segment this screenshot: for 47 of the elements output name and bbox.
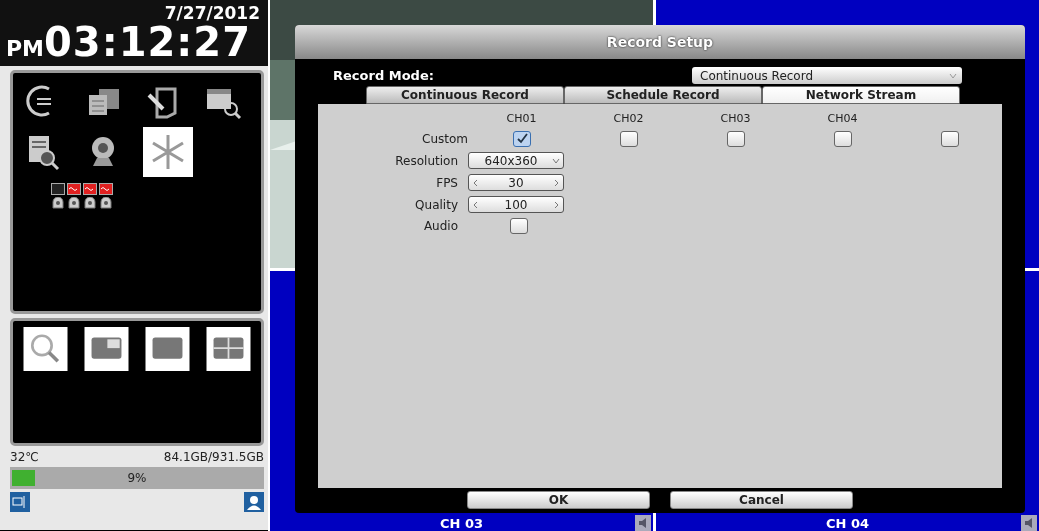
cancel-button[interactable]: Cancel <box>670 491 853 509</box>
column-header: CH04 <box>827 112 858 125</box>
snowflake-button[interactable] <box>143 127 193 177</box>
field-label: Quality <box>415 197 458 212</box>
speaker-icon[interactable] <box>635 515 651 531</box>
clock-date: 7/27/2012 <box>164 4 260 22</box>
dialog-title: Record Setup <box>295 25 1025 59</box>
search-button[interactable] <box>21 327 70 371</box>
column-header: CH02 <box>613 112 644 125</box>
fps-spinner[interactable]: 30 <box>468 174 564 191</box>
network-icon[interactable] <box>10 492 30 512</box>
tab[interactable]: Schedule Record <box>564 86 762 104</box>
checkbox[interactable] <box>619 131 638 147</box>
clock-ampm: PM <box>6 36 45 61</box>
storage-usage: 84.1GB/931.5GB <box>163 450 264 464</box>
camera-icon <box>83 197 97 209</box>
field-label: FPS <box>436 175 458 190</box>
field-label: Resolution <box>395 153 458 168</box>
quad-layout-button[interactable] <box>204 327 253 371</box>
resolution-dropdown[interactable]: 640x360 <box>468 152 564 169</box>
checkbox[interactable] <box>726 131 745 147</box>
checkbox[interactable] <box>833 131 852 147</box>
temperature: 32℃ <box>10 450 39 464</box>
camera-icon <box>67 197 81 209</box>
tab[interactable]: Network Stream <box>762 86 960 104</box>
field-label: Audio <box>423 219 458 233</box>
checkbox[interactable] <box>940 131 959 147</box>
tab[interactable]: Continuous Record <box>366 86 564 104</box>
camera-icon <box>99 197 113 209</box>
record-mode-dropdown[interactable]: Continuous Record <box>692 67 962 84</box>
channel-label: CH 03 <box>439 516 483 531</box>
column-header: CH03 <box>720 112 751 125</box>
pip-layout-button[interactable] <box>82 327 131 371</box>
speaker-icon[interactable] <box>1021 515 1037 531</box>
field-label: Custom <box>422 132 468 146</box>
user-icon[interactable] <box>244 492 264 512</box>
channel-label: CH 04 <box>825 516 869 531</box>
clock-time: 03:12:27 <box>44 22 251 62</box>
single-layout-button[interactable] <box>143 327 192 371</box>
record-mode-label: Record Mode: <box>333 68 434 83</box>
quality-spinner[interactable]: 100 <box>468 196 564 213</box>
checkbox[interactable] <box>512 131 531 147</box>
checkbox[interactable] <box>510 218 528 234</box>
storage-percent: 9% <box>127 471 147 485</box>
ok-button[interactable]: OK <box>467 491 650 509</box>
camera-icon <box>51 197 65 209</box>
column-header: CH01 <box>506 112 537 125</box>
